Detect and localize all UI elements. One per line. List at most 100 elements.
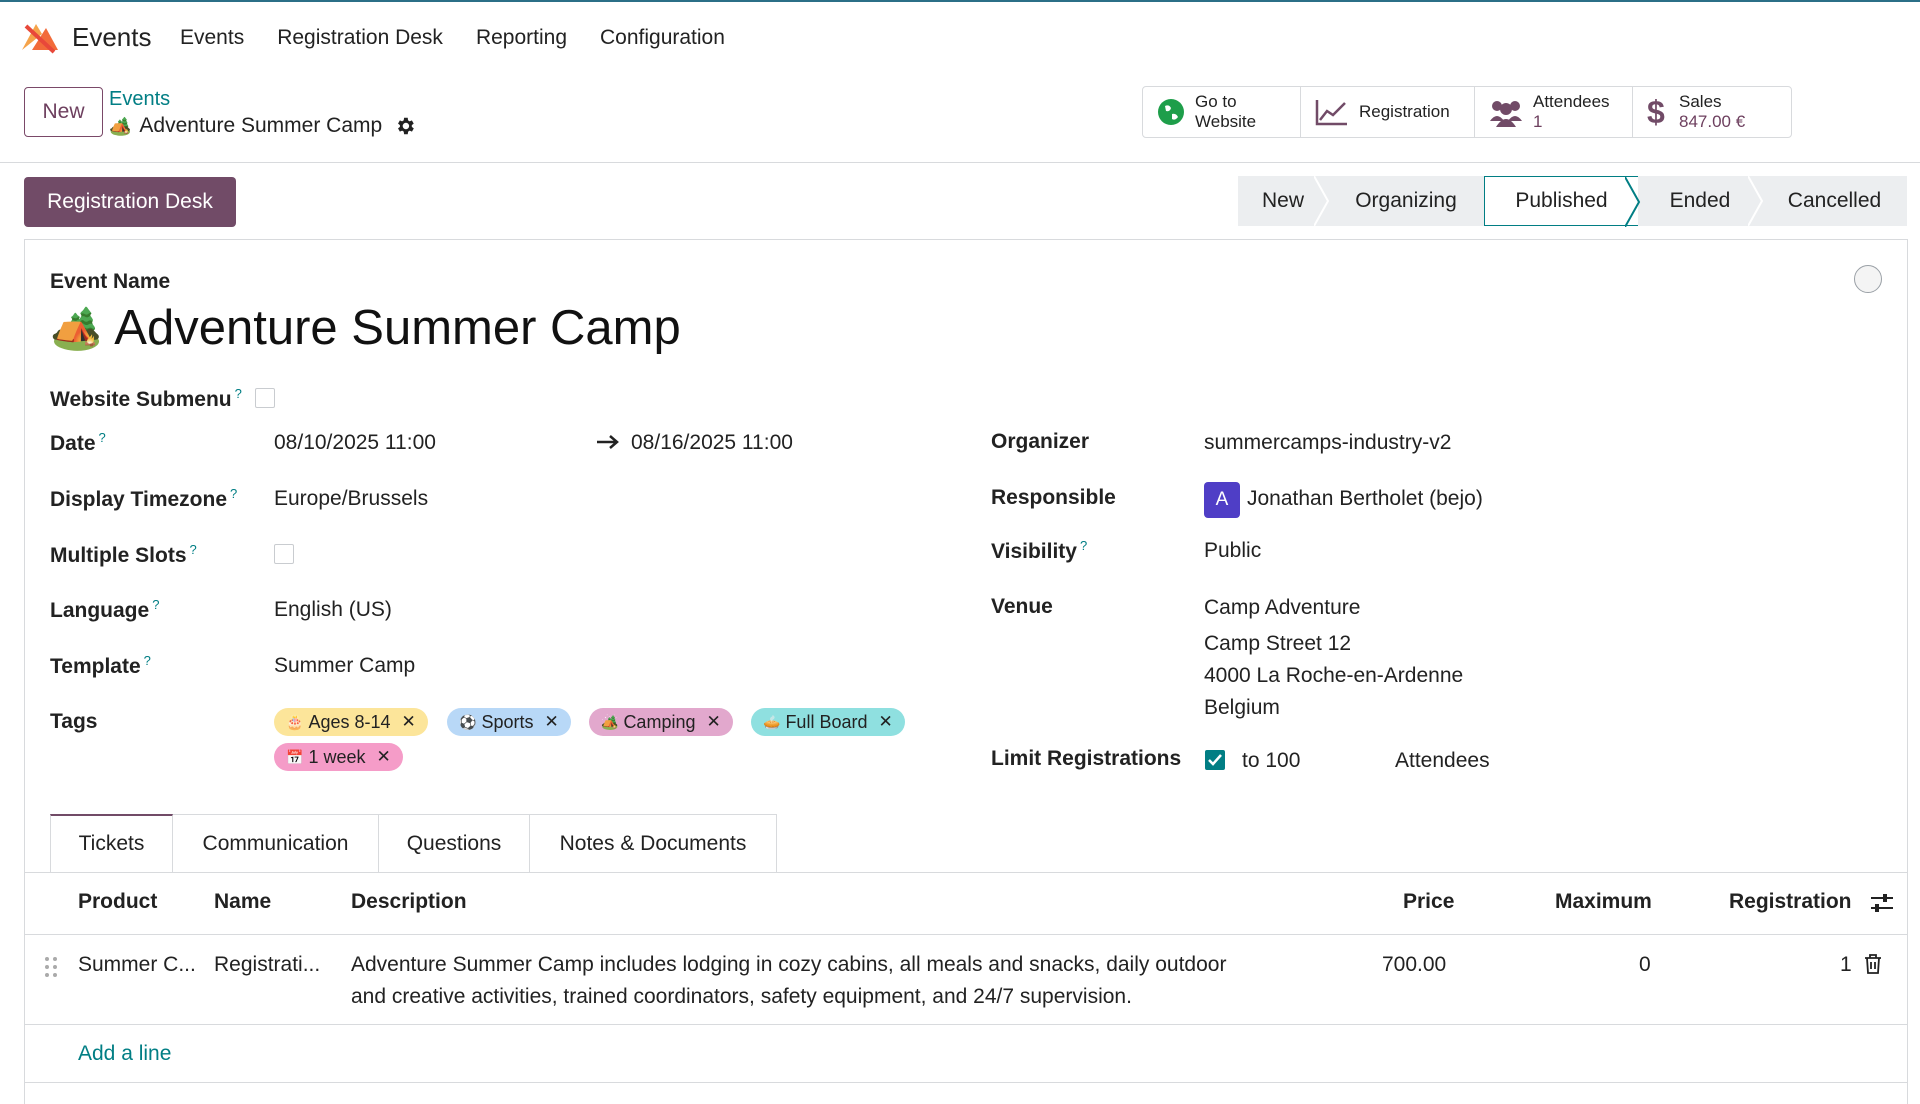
sales-button[interactable]: $ Sales 847.00 € bbox=[1633, 87, 1791, 137]
breadcrumb-parent[interactable]: Events bbox=[109, 88, 170, 111]
tag-full-board[interactable]: 🥧 Full Board ✕ bbox=[751, 708, 905, 736]
tab-tickets[interactable]: Tickets bbox=[50, 814, 173, 873]
event-name-field[interactable]: Adventure Summer Camp bbox=[114, 300, 680, 356]
column-name[interactable]: Name bbox=[214, 890, 271, 914]
organizer-field[interactable]: summercamps-industry-v2 bbox=[1204, 431, 1451, 455]
arrow-right-icon bbox=[597, 435, 619, 449]
help-icon[interactable]: ? bbox=[1080, 538, 1087, 553]
stage-cancelled[interactable]: Cancelled bbox=[1762, 176, 1907, 226]
stage-active-arrow bbox=[1625, 177, 1641, 227]
ticket-registration-cell: 1 bbox=[1840, 953, 1852, 976]
tent-icon: 🏕️ bbox=[50, 303, 103, 351]
ticket-maximum-cell[interactable]: 0 bbox=[1639, 953, 1651, 977]
event-name-label: Event Name bbox=[50, 270, 171, 293]
template-field[interactable]: Summer Camp bbox=[274, 654, 415, 678]
tent-icon: 🏕️ bbox=[109, 115, 132, 136]
table-row-divider bbox=[24, 1024, 1908, 1025]
visibility-field[interactable]: Public bbox=[1204, 539, 1261, 563]
tag-camping[interactable]: 🏕️ Camping ✕ bbox=[589, 708, 733, 736]
main-menu: Events Registration Desk Reporting Confi… bbox=[180, 26, 758, 50]
column-registration[interactable]: Registration bbox=[1729, 890, 1852, 914]
notebook-tabs: Tickets Communication Questions Notes & … bbox=[50, 814, 777, 873]
tab-communication[interactable]: Communication bbox=[173, 814, 379, 873]
line-chart-icon bbox=[1315, 100, 1347, 126]
go-to-website-button[interactable]: Go to Website bbox=[1143, 87, 1301, 137]
venue-line-1[interactable]: Camp Adventure bbox=[1204, 596, 1360, 620]
ticket-description-line-1[interactable]: Adventure Summer Camp includes lodging i… bbox=[351, 953, 1226, 977]
new-button[interactable]: New bbox=[24, 87, 103, 137]
attendees-button[interactable]: Attendees 1 bbox=[1475, 87, 1633, 137]
add-line-link[interactable]: Add a line bbox=[78, 1042, 171, 1066]
ticket-description-line-2[interactable]: and creative activities, trained coordin… bbox=[351, 985, 1132, 1009]
language-field[interactable]: English (US) bbox=[274, 598, 392, 622]
website-submenu-checkbox[interactable] bbox=[255, 388, 275, 408]
seats-limit-field[interactable]: to 100 bbox=[1242, 749, 1300, 773]
ticket-price-cell[interactable]: 700.00 bbox=[1382, 953, 1446, 977]
registration-desk-button[interactable]: Registration Desk bbox=[24, 177, 236, 227]
app-name[interactable]: Events bbox=[72, 22, 152, 53]
stage-organizing[interactable]: Organizing bbox=[1328, 176, 1484, 226]
limit-registrations-label: Limit Registrations bbox=[991, 747, 1182, 770]
registration-button-label: Registration bbox=[1359, 102, 1450, 121]
stage-ended[interactable]: Ended bbox=[1638, 176, 1764, 226]
users-icon bbox=[1490, 101, 1522, 127]
menu-events[interactable]: Events bbox=[180, 26, 244, 50]
drag-handle-icon[interactable] bbox=[44, 956, 58, 978]
ticket-product-cell[interactable]: Summer C... bbox=[78, 953, 196, 977]
date-label: Date? bbox=[50, 430, 106, 455]
cake-icon: 🎂 bbox=[286, 713, 304, 730]
limit-registrations-checkbox[interactable] bbox=[1205, 750, 1225, 770]
timezone-label: Display Timezone? bbox=[50, 486, 238, 511]
tag-one-week[interactable]: 📅 1 week ✕ bbox=[274, 743, 403, 771]
help-icon[interactable]: ? bbox=[230, 486, 237, 501]
stage-published[interactable]: Published bbox=[1484, 176, 1641, 227]
responsible-field[interactable]: Jonathan Bertholet (bejo) bbox=[1247, 487, 1483, 511]
multiple-slots-checkbox[interactable] bbox=[274, 544, 294, 564]
remove-tag-icon[interactable]: ✕ bbox=[544, 712, 558, 732]
help-icon[interactable]: ? bbox=[99, 430, 106, 445]
kanban-state-icon[interactable] bbox=[1854, 265, 1882, 293]
stage-separator bbox=[1748, 176, 1764, 226]
menu-reporting[interactable]: Reporting bbox=[476, 26, 567, 50]
date-end-field[interactable]: 08/16/2025 11:00 bbox=[631, 431, 793, 455]
date-begin-field[interactable]: 08/10/2025 11:00 bbox=[274, 431, 436, 455]
control-panel-divider bbox=[0, 162, 1920, 163]
multiple-slots-label: Multiple Slots? bbox=[50, 542, 197, 567]
ticket-name-cell[interactable]: Registrati... bbox=[214, 953, 320, 977]
column-price[interactable]: Price bbox=[1403, 890, 1454, 914]
attendees-button-text: Attendees 1 bbox=[1533, 92, 1610, 131]
help-icon[interactable]: ? bbox=[152, 597, 159, 612]
remove-tag-icon[interactable]: ✕ bbox=[706, 712, 720, 732]
tag-sports[interactable]: ⚽ Sports ✕ bbox=[447, 708, 571, 736]
help-icon[interactable]: ? bbox=[144, 653, 151, 668]
tag-ages[interactable]: 🎂 Ages 8-14 ✕ bbox=[274, 708, 428, 736]
timezone-field[interactable]: Europe/Brussels bbox=[274, 487, 428, 511]
menu-registration-desk[interactable]: Registration Desk bbox=[277, 26, 443, 50]
remove-tag-icon[interactable]: ✕ bbox=[402, 712, 416, 732]
tab-notes-documents[interactable]: Notes & Documents bbox=[530, 814, 777, 873]
registration-stats-button[interactable]: Registration bbox=[1301, 87, 1475, 137]
venue-label: Venue bbox=[991, 595, 1053, 618]
events-app-logo-icon[interactable] bbox=[20, 20, 60, 56]
remove-tag-icon[interactable]: ✕ bbox=[376, 747, 390, 767]
soccer-ball-icon: ⚽ bbox=[459, 713, 477, 730]
tab-questions[interactable]: Questions bbox=[379, 814, 530, 873]
column-description[interactable]: Description bbox=[351, 890, 467, 914]
trash-icon[interactable] bbox=[1864, 954, 1882, 974]
gear-icon[interactable] bbox=[394, 115, 416, 137]
responsible-label: Responsible bbox=[991, 486, 1116, 509]
menu-configuration[interactable]: Configuration bbox=[600, 26, 725, 50]
remove-tag-icon[interactable]: ✕ bbox=[878, 712, 892, 732]
language-label: Language? bbox=[50, 597, 160, 622]
column-product[interactable]: Product bbox=[78, 890, 157, 914]
column-maximum[interactable]: Maximum bbox=[1555, 890, 1652, 914]
optional-columns-icon[interactable] bbox=[1870, 892, 1894, 914]
help-icon[interactable]: ? bbox=[190, 542, 197, 557]
stage-separator bbox=[1314, 176, 1330, 226]
stage-new[interactable]: New bbox=[1238, 176, 1330, 226]
check-icon bbox=[1208, 754, 1222, 766]
event-title[interactable]: 🏕️ Adventure Summer Camp bbox=[50, 300, 681, 356]
organizer-label: Organizer bbox=[991, 430, 1090, 453]
help-icon[interactable]: ? bbox=[235, 386, 242, 401]
calendar-icon: 📅 bbox=[286, 748, 304, 765]
